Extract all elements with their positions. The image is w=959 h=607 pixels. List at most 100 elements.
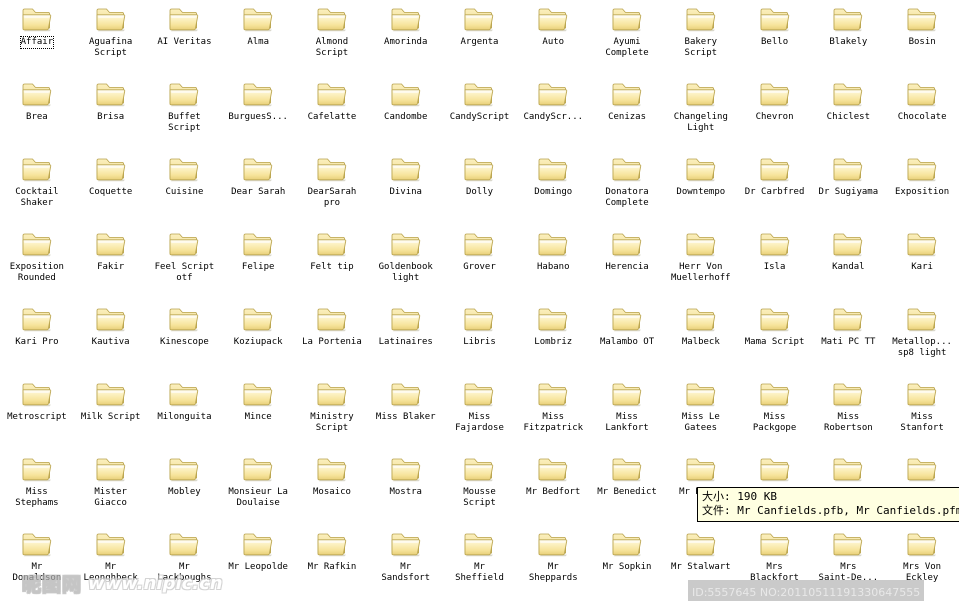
folder-item[interactable]: Mister Giacco (74, 450, 148, 525)
folder-item[interactable]: Latinaires (369, 300, 443, 375)
folder-item[interactable]: Dr Sugiyama (811, 150, 885, 225)
folder-item[interactable]: Auto (516, 0, 590, 75)
folder-item[interactable]: Chevron (738, 75, 812, 150)
folder-item[interactable]: Miss Robertson (811, 375, 885, 450)
folder-item[interactable]: Fakir (74, 225, 148, 300)
folder-item[interactable]: Cuisine (148, 150, 222, 225)
folder-item[interactable]: Herencia (590, 225, 664, 300)
folder-item[interactable]: La Portenia (295, 300, 369, 375)
folder-item[interactable]: Mr Bedfort (516, 450, 590, 525)
folder-item[interactable]: Dear Sarah (221, 150, 295, 225)
folder-item[interactable]: CandyScript (443, 75, 517, 150)
folder-item[interactable]: Mr Sopkin (590, 525, 664, 600)
folder-item[interactable]: Goldenbook light (369, 225, 443, 300)
folder-item[interactable]: Malbeck (664, 300, 738, 375)
folder-item[interactable]: Miss Fitzpatrick (516, 375, 590, 450)
folder-item[interactable]: Mr Sheffield (443, 525, 517, 600)
folder-item[interactable]: Miss Packgope (738, 375, 812, 450)
folder-item[interactable]: Mr Lackboughs (148, 525, 222, 600)
folder-item[interactable]: Buffet Script (148, 75, 222, 150)
folder-item[interactable]: Mr Donaldson (0, 525, 74, 600)
folder-item[interactable]: Mr Stalwart (664, 525, 738, 600)
folder-item[interactable]: Mr Leopolde (221, 525, 295, 600)
folder-item[interactable]: Metroscript (0, 375, 74, 450)
folder-item[interactable]: AI Veritas (148, 0, 222, 75)
folder-item[interactable]: Aguafina Script (74, 0, 148, 75)
folder-item[interactable]: Mrs Saint-De... (811, 525, 885, 600)
folder-item[interactable]: Libris (443, 300, 517, 375)
folder-item[interactable]: Chocolate (885, 75, 959, 150)
folder-item[interactable]: Felt tip (295, 225, 369, 300)
folder-item[interactable]: Ministry Script (295, 375, 369, 450)
folder-item[interactable]: Mama Script (738, 300, 812, 375)
folder-item[interactable]: Blakely (811, 0, 885, 75)
folder-item[interactable]: Cafelatte (295, 75, 369, 150)
folder-item[interactable]: Milonguita (148, 375, 222, 450)
folder-item[interactable]: Mince (221, 375, 295, 450)
folder-item[interactable]: Dolly (443, 150, 517, 225)
folder-item[interactable]: Bello (738, 0, 812, 75)
folder-item[interactable]: Mosaico (295, 450, 369, 525)
folder-item[interactable]: Mr Rafkin (295, 525, 369, 600)
folder-item[interactable]: BurguesS... (221, 75, 295, 150)
folder-item[interactable]: Miss Lankfort (590, 375, 664, 450)
folder-item[interactable]: Habano (516, 225, 590, 300)
folder-item[interactable]: Mrs Blackfort (738, 525, 812, 600)
folder-item[interactable]: Grover (443, 225, 517, 300)
folder-item[interactable]: Coquette (74, 150, 148, 225)
folder-item[interactable]: Chiclest (811, 75, 885, 150)
folder-item[interactable]: Mrs Von Eckley (885, 525, 959, 600)
folder-item[interactable]: Miss Fajardose (443, 375, 517, 450)
folder-item[interactable]: Cenizas (590, 75, 664, 150)
folder-item[interactable]: Divina (369, 150, 443, 225)
folder-item[interactable]: Downtempo (664, 150, 738, 225)
folder-item[interactable]: Mati PC TT (811, 300, 885, 375)
folder-item[interactable]: Exposition (885, 150, 959, 225)
folder-item[interactable]: Kari Pro (0, 300, 74, 375)
folder-item[interactable]: CandyScr... (516, 75, 590, 150)
folder-item[interactable]: Miss Stephams (0, 450, 74, 525)
folder-item[interactable]: Lombriz (516, 300, 590, 375)
folder-item[interactable]: Felipe (221, 225, 295, 300)
folder-item[interactable]: Argenta (443, 0, 517, 75)
folder-item[interactable]: Amorinda (369, 0, 443, 75)
folder-item[interactable]: Donatora Complete (590, 150, 664, 225)
folder-item[interactable]: Feel Script otf (148, 225, 222, 300)
folder-item[interactable]: Brea (0, 75, 74, 150)
folder-item[interactable]: Mobley (148, 450, 222, 525)
folder-item[interactable]: Bakery Script (664, 0, 738, 75)
folder-item[interactable]: Malambo OT (590, 300, 664, 375)
folder-item[interactable]: Brisa (74, 75, 148, 150)
folder-item[interactable]: Almond Script (295, 0, 369, 75)
folder-item[interactable]: Kinescope (148, 300, 222, 375)
folder-item[interactable]: Miss Blaker (369, 375, 443, 450)
folder-item[interactable]: Kari (885, 225, 959, 300)
folder-item[interactable]: DearSarah pro (295, 150, 369, 225)
folder-item[interactable]: Miss Le Gatees (664, 375, 738, 450)
folder-item[interactable]: Alma (221, 0, 295, 75)
folder-item[interactable]: Candombe (369, 75, 443, 150)
folder-item[interactable]: Mousse Script (443, 450, 517, 525)
folder-item[interactable]: Metallop... sp8 light (885, 300, 959, 375)
folder-item[interactable]: Exposition Rounded (0, 225, 74, 300)
folder-item[interactable]: Changeling Light (664, 75, 738, 150)
folder-item[interactable]: Mostra (369, 450, 443, 525)
folder-item[interactable]: Mr Sheppards (516, 525, 590, 600)
folder-item[interactable]: Herr Von Muellerhoff (664, 225, 738, 300)
folder-item[interactable]: Affair (0, 0, 74, 75)
folder-item[interactable]: Monsieur La Doulaise (221, 450, 295, 525)
folder-item[interactable]: Mr Sandsfort (369, 525, 443, 600)
folder-item[interactable]: Koziupack (221, 300, 295, 375)
folder-item[interactable]: Bosin (885, 0, 959, 75)
folder-item[interactable]: Kautiva (74, 300, 148, 375)
folder-item[interactable]: Kandal (811, 225, 885, 300)
folder-item[interactable]: Cocktail Shaker (0, 150, 74, 225)
folder-item[interactable]: Dr Carbfred (738, 150, 812, 225)
folder-item[interactable]: Mr Benedict (590, 450, 664, 525)
folder-item[interactable]: Ayumi Complete (590, 0, 664, 75)
folder-item[interactable]: Domingo (516, 150, 590, 225)
folder-item[interactable]: Miss Stanfort (885, 375, 959, 450)
folder-item[interactable]: Milk Script (74, 375, 148, 450)
folder-item[interactable]: Isla (738, 225, 812, 300)
folder-item[interactable]: Mr Leonghbeck (74, 525, 148, 600)
